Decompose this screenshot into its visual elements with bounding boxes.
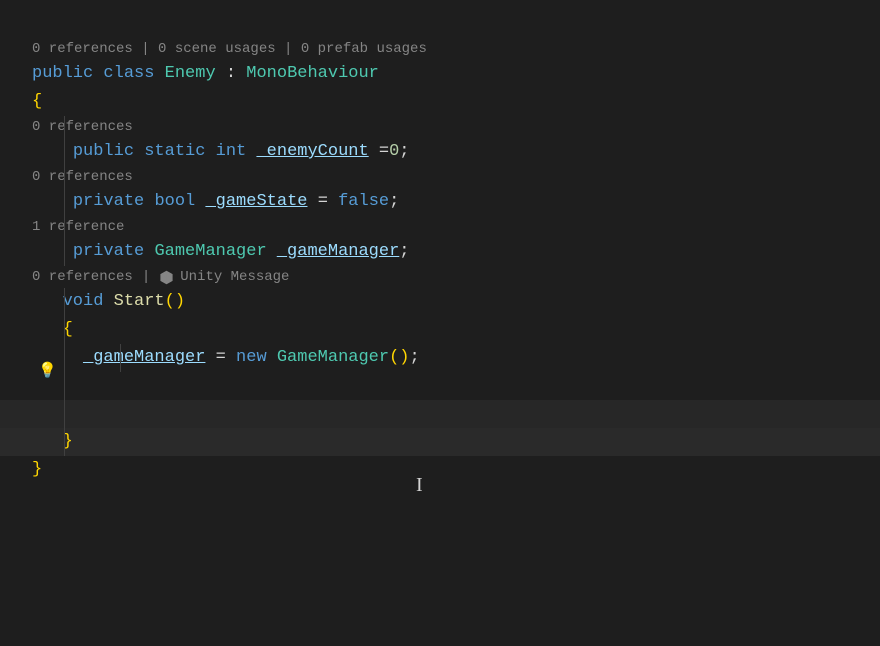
code-line[interactable]: {	[32, 316, 880, 344]
spacer	[32, 0, 880, 38]
keyword-static: static	[144, 142, 205, 161]
indent-guide	[64, 372, 65, 400]
field-gamemanager: _gameManager	[277, 242, 399, 261]
field-gamemanager: _gameManager	[83, 348, 205, 367]
number-zero: 0	[389, 142, 399, 161]
field-enemycount: _enemyCount	[256, 142, 368, 161]
indent-guide	[64, 288, 65, 316]
codelens-method[interactable]: 0 references | Unity Message	[32, 266, 880, 288]
equals: =	[318, 192, 328, 211]
code-line[interactable]: public static int _enemyCount =0;	[32, 138, 880, 166]
codelens-text: 0 references | 0 scene usages | 0 prefab…	[32, 38, 427, 60]
keyword-public: public	[73, 142, 134, 161]
indent-guide	[64, 344, 65, 372]
code-line[interactable]: }	[32, 456, 880, 484]
code-editor[interactable]: 0 references | 0 scene usages | 0 prefab…	[0, 0, 880, 484]
code-line[interactable]	[32, 400, 880, 428]
code-line[interactable]: }	[32, 428, 880, 456]
indent-guide	[64, 166, 65, 188]
keyword-private: private	[73, 192, 144, 211]
equals: =	[369, 142, 389, 161]
type-monobehaviour: MonoBehaviour	[246, 64, 379, 83]
line-bg	[0, 400, 880, 428]
code-line-current[interactable]: 💡	[32, 372, 880, 400]
method-start: Start	[114, 292, 165, 311]
codelens-field[interactable]: 0 references	[32, 166, 880, 188]
text-cursor-icon: I	[416, 474, 423, 497]
keyword-void: void	[63, 292, 104, 311]
indent-guide	[64, 116, 65, 138]
type-gamemanager: GameManager	[277, 348, 389, 367]
lightbulb-icon[interactable]: 💡	[38, 358, 57, 386]
equals: =	[216, 348, 226, 367]
indent-guide	[64, 400, 65, 428]
indent-guide	[64, 138, 65, 166]
codelens-text: 0 references	[32, 116, 133, 138]
type-gamemanager: GameManager	[154, 242, 266, 261]
keyword-class: class	[103, 64, 154, 83]
parens: ()	[389, 348, 409, 367]
keyword-int: int	[216, 142, 247, 161]
semicolon: ;	[409, 348, 419, 367]
parens: ()	[165, 292, 185, 311]
type-enemy: Enemy	[165, 64, 216, 83]
indent-guide	[64, 428, 65, 456]
codelens-text: 1 reference	[32, 216, 124, 238]
indent-guide	[64, 216, 65, 238]
codelens-text: 0 references	[32, 266, 133, 288]
keyword-private: private	[73, 242, 144, 261]
code-line[interactable]: public class Enemy : MonoBehaviour	[32, 60, 880, 88]
semicolon: ;	[399, 242, 409, 261]
code-line[interactable]: _gameManager = new GameManager();	[32, 344, 880, 372]
code-line[interactable]: private GameManager _gameManager;	[32, 238, 880, 266]
keyword-bool: bool	[154, 192, 195, 211]
indent-guide	[64, 316, 65, 344]
semicolon: ;	[399, 142, 409, 161]
indent-guide	[64, 238, 65, 266]
codelens-text: Unity Message	[180, 266, 289, 288]
indent-guide	[64, 188, 65, 216]
colon: :	[226, 64, 236, 83]
semicolon: ;	[389, 192, 399, 211]
keyword-public: public	[32, 64, 93, 83]
codelens-class[interactable]: 0 references | 0 scene usages | 0 prefab…	[32, 38, 880, 60]
codelens-field[interactable]: 0 references	[32, 116, 880, 138]
separator: |	[142, 266, 150, 288]
open-brace: {	[32, 92, 42, 111]
code-line[interactable]: {	[32, 88, 880, 116]
keyword-false: false	[338, 192, 389, 211]
keyword-new: new	[236, 348, 267, 367]
code-line[interactable]: void Start()	[32, 288, 880, 316]
codelens-text: 0 references	[32, 166, 133, 188]
field-gamestate: _gameState	[205, 192, 307, 211]
codelens-field[interactable]: 1 reference	[32, 216, 880, 238]
unity-icon	[159, 270, 174, 285]
indent-guide	[120, 344, 121, 372]
code-line[interactable]: private bool _gameState = false;	[32, 188, 880, 216]
close-brace: }	[32, 460, 42, 479]
